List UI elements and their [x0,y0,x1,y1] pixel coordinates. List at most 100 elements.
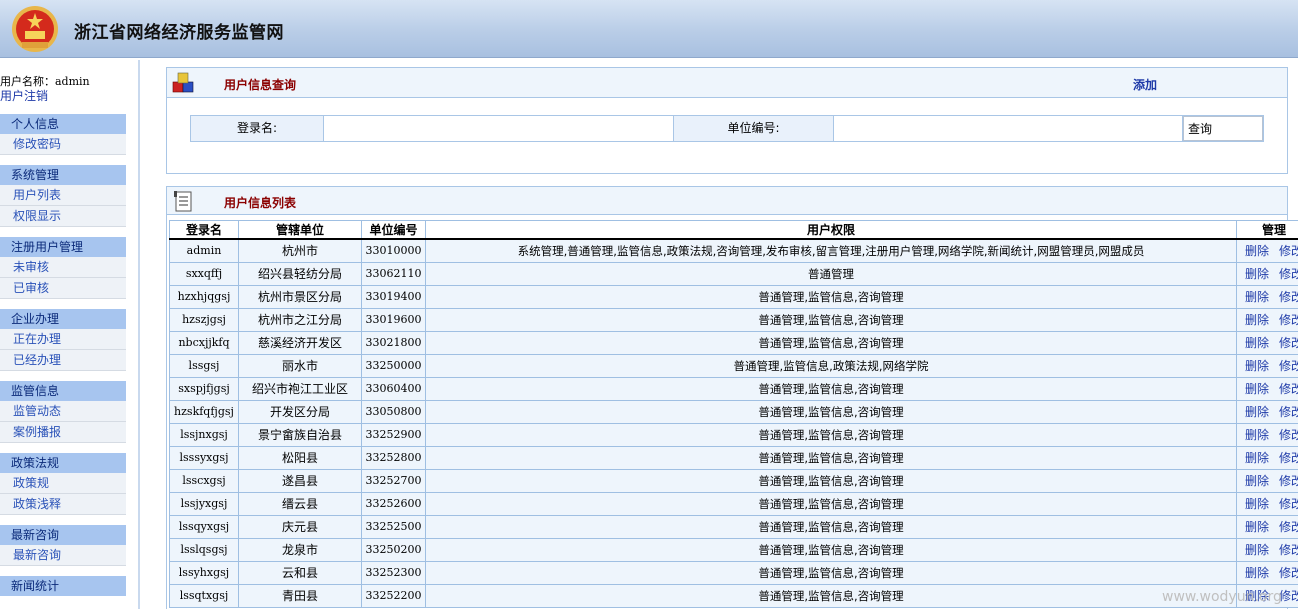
sidebar-menu-item[interactable]: 案例播报 [0,422,126,443]
delete-link[interactable]: 删除 [1245,543,1269,557]
cell-unit: 绍兴市袍江工业区 [238,376,362,401]
edit-link[interactable]: 修改 [1279,290,1298,304]
edit-link[interactable]: 修改 [1279,451,1298,465]
delete-link[interactable]: 删除 [1245,474,1269,488]
edit-link[interactable]: 修改 [1279,359,1298,373]
cell-login: lsssyxgsj [169,445,239,470]
cell-unit: 杭州市景区分局 [238,284,362,309]
cell-unit: 云和县 [238,560,362,585]
cell-unit: 开发区分局 [238,399,362,424]
edit-link[interactable]: 修改 [1279,474,1298,488]
cell-unit: 绍兴县轻纺分局 [238,261,362,286]
delete-link[interactable]: 删除 [1245,497,1269,511]
edit-link[interactable]: 修改 [1279,244,1298,258]
cell-login: nbcxjjkfq [169,330,239,355]
cell-code: 33252700 [361,468,426,493]
edit-link[interactable]: 修改 [1279,313,1298,327]
edit-link[interactable]: 修改 [1279,267,1298,281]
cell-login: hzszjgsj [169,307,239,332]
delete-link[interactable]: 删除 [1245,520,1269,534]
sidebar-menu-item[interactable]: 监管动态 [0,401,126,422]
edit-link[interactable]: 修改 [1279,428,1298,442]
delete-link[interactable]: 删除 [1245,290,1269,304]
cell-manage: 删除修改 [1236,284,1298,309]
cell-login: lssjyxgsj [169,491,239,516]
cell-code: 33062110 [361,261,426,286]
query-button[interactable]: 查询 [1183,116,1263,141]
edit-link[interactable]: 修改 [1279,405,1298,419]
menu-group-heading[interactable]: 新闻统计 [0,576,126,596]
query-panel-header: 用户信息查询 添加 [167,68,1287,98]
sidebar-menu-item[interactable]: 未审核 [0,257,126,278]
cell-unit: 丽水市 [238,353,362,378]
menu-group-heading[interactable]: 系统管理 [0,165,126,185]
sidebar-menu-item[interactable]: 权限显示 [0,206,126,227]
menu-group-heading[interactable]: 政策法规 [0,453,126,473]
cell-unit: 杭州市 [238,238,362,263]
cell-code: 33252300 [361,560,426,585]
add-user-link[interactable]: 添加 [1133,76,1157,93]
sidebar-menu-item[interactable]: 用户列表 [0,185,126,206]
sidebar-menu-item[interactable]: 已经办理 [0,350,126,371]
edit-link[interactable]: 修改 [1279,520,1298,534]
cell-code: 33019400 [361,284,426,309]
edit-link[interactable]: 修改 [1279,336,1298,350]
cell-permissions: 普通管理,监管信息,咨询管理 [425,307,1237,332]
delete-link[interactable]: 删除 [1245,405,1269,419]
search-form: 登录名: 单位编号: 查询 [190,115,1264,142]
sidebar-menu-item[interactable]: 正在办理 [0,329,126,350]
edit-link[interactable]: 修改 [1279,497,1298,511]
menu-group-heading[interactable]: 最新咨询 [0,525,126,545]
cell-login: lssjnxgsj [169,422,239,447]
table-row: hzskfqfjgsj 开发区分局 33050800 普通管理,监管信息,咨询管理 删除… [169,399,1298,424]
edit-link[interactable]: 修改 [1279,543,1298,557]
col-unit: 管辖单位 [238,220,362,240]
query-panel-title: 用户信息查询 [224,78,297,92]
menu-group-heading[interactable]: 注册用户管理 [0,237,126,257]
cell-manage: 删除修改 [1236,261,1298,286]
cell-permissions: 普通管理,监管信息,咨询管理 [425,514,1237,539]
table-row: lsssyxgsj松阳县33252800普通管理,监管信息,咨询管理删除修改 [169,445,1298,470]
site-title: 浙江省网络经济服务监管网 [74,23,284,43]
cell-permissions: 普通管理,监管信息,咨询管理 [425,468,1237,493]
cell-unit: 缙云县 [238,491,362,516]
menu-group-heading[interactable]: 监管信息 [0,381,126,401]
watermark: www.wodyun.org [1162,589,1282,605]
menu-group-heading[interactable]: 个人信息 [0,114,126,134]
unit-code-input[interactable] [834,116,1182,141]
delete-link[interactable]: 删除 [1245,244,1269,258]
delete-link[interactable]: 删除 [1245,566,1269,580]
cell-code: 33252500 [361,514,426,539]
edit-link[interactable]: 修改 [1279,566,1298,580]
col-code: 单位编号 [361,220,426,240]
delete-link[interactable]: 删除 [1245,336,1269,350]
cell-code: 33252800 [361,445,426,470]
cell-unit: 慈溪经济开发区 [238,330,362,355]
delete-link[interactable]: 删除 [1245,267,1269,281]
delete-link[interactable]: 删除 [1245,382,1269,396]
delete-link[interactable]: 删除 [1245,313,1269,327]
sidebar-menu-item[interactable]: 修改密码 [0,134,126,155]
cell-manage: 删除修改 [1236,468,1298,493]
cell-code: 33010000 [361,238,426,263]
cell-code: 33252200 [361,583,426,608]
sidebar-menu-item[interactable]: 已审核 [0,278,126,299]
cell-login: lsslqsgsj [169,537,239,562]
table-header-row: 登录名 管辖单位 单位编号 用户权限 管理 [169,220,1298,240]
table-row: lssjnxgsj 景宁畲族自治县 33252900 普通管理,监管信息,咨询管理 删除… [169,422,1298,447]
col-manage: 管理 [1236,220,1298,240]
delete-link[interactable]: 删除 [1245,451,1269,465]
sidebar-menu-item[interactable]: 政策规 [0,473,126,494]
delete-link[interactable]: 删除 [1245,428,1269,442]
cell-login: lssqtxgsj [169,583,239,608]
user-table: 登录名 管辖单位 单位编号 用户权限 管理 admin 杭州市 33010000 系统… [169,220,1298,608]
logout-link[interactable]: 用户注销 [0,89,48,103]
delete-link[interactable]: 删除 [1245,359,1269,373]
sidebar-menu-item[interactable]: 政策浅释 [0,494,126,515]
menu-group-heading[interactable]: 企业办理 [0,309,126,329]
edit-link[interactable]: 修改 [1279,382,1298,396]
table-row: lssqtxgsj青田县33252200普通管理,监管信息,咨询管理删除修改 [169,583,1298,608]
login-name-input[interactable] [324,116,673,141]
sidebar-menu-item[interactable]: 最新咨询 [0,545,126,566]
cell-permissions: 普通管理,监管信息,政策法规,网络学院 [425,353,1237,378]
